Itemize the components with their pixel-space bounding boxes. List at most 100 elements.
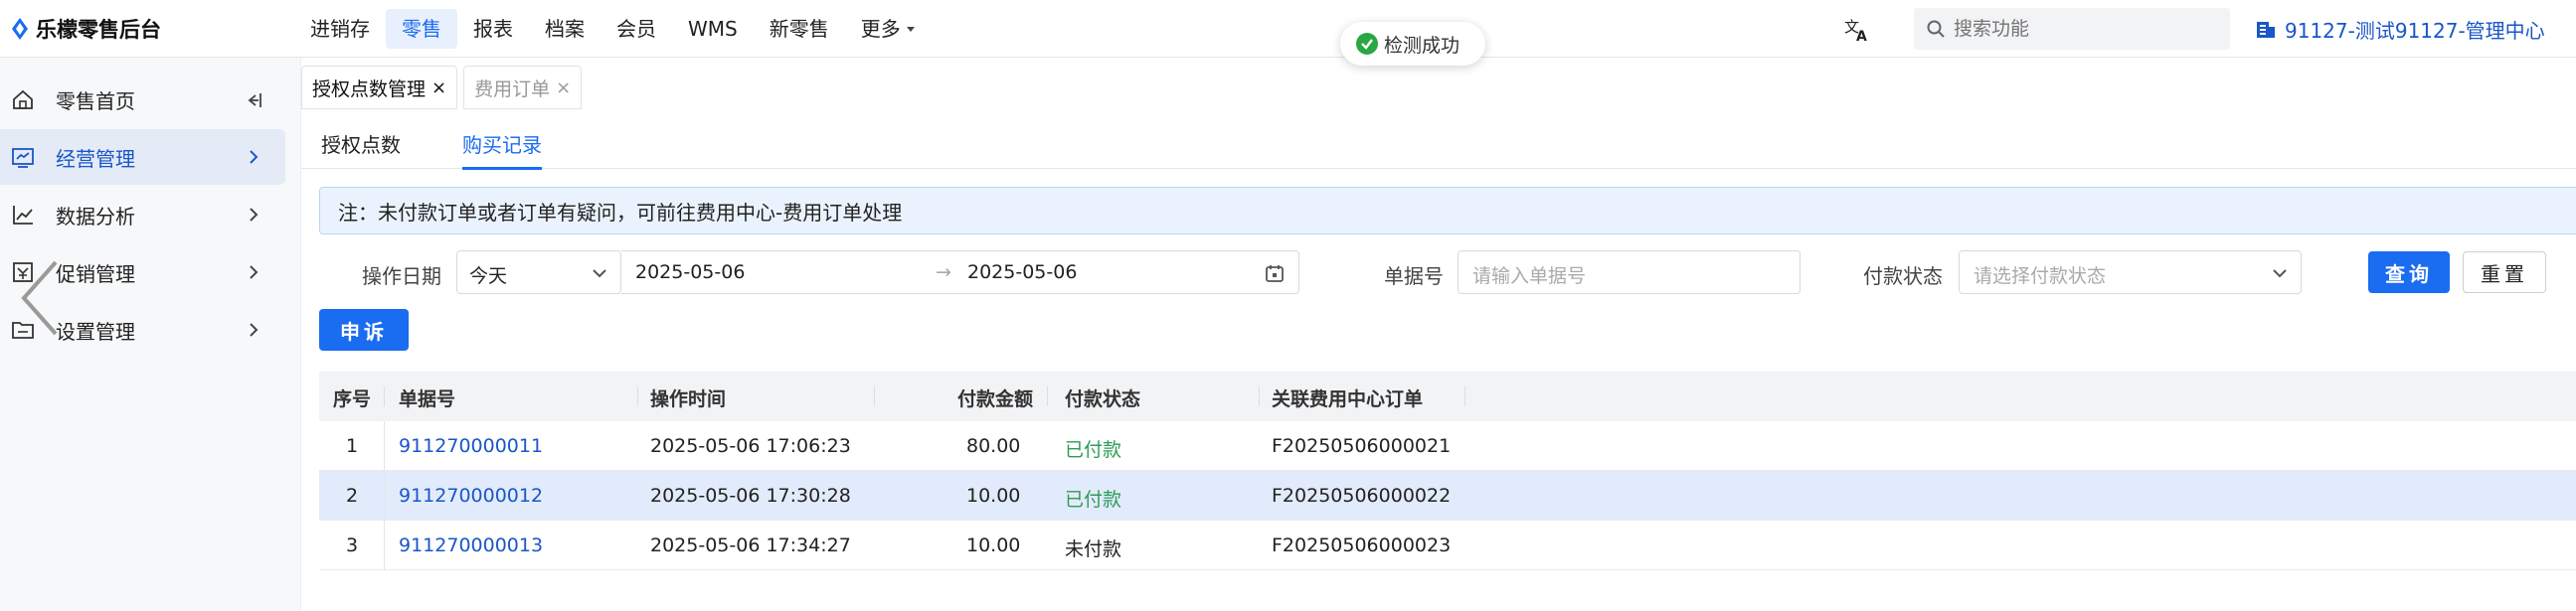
- pay-status-placeholder: 请选择付款状态: [1974, 265, 2107, 287]
- col-header-order: 关联费用中心订单: [1272, 388, 1424, 410]
- doc-no-placeholder: 请输入单据号: [1472, 265, 1587, 287]
- org-switcher[interactable]: 91127-测试91127-管理中心: [2255, 0, 2545, 58]
- home-icon: [13, 89, 33, 109]
- top-nav: 乐檬零售后台 进销存 零售 报表 档案 会员 WMS 新零售 更多 文 A 91…: [0, 0, 2576, 58]
- nav-item-wms[interactable]: WMS: [672, 9, 754, 49]
- pay-status-label: 付款状态: [1863, 264, 1943, 288]
- date-preset-select[interactable]: 今天: [456, 250, 621, 294]
- logo[interactable]: 乐檬零售后台: [10, 0, 161, 58]
- building-icon: [2257, 22, 2275, 38]
- date-range-picker[interactable]: 2025-05-06 → 2025-05-06: [621, 250, 1299, 294]
- check-circle-icon: [1356, 33, 1378, 55]
- sidebar-item-label: 数据分析: [56, 204, 135, 229]
- line-chart-icon: [13, 206, 33, 225]
- date-preset-value: 今天: [469, 265, 508, 287]
- cell-status: 已付款: [1065, 439, 1122, 461]
- chevron-down-icon: [2273, 269, 2287, 278]
- collapse-sidebar-icon[interactable]: [242, 89, 263, 111]
- table-header: 序号 单据号 操作时间 付款金额 付款状态 关联费用中心订单: [319, 372, 2576, 421]
- sidebar-item-operation[interactable]: 经营管理: [0, 129, 285, 185]
- toast-text: 检测成功: [1384, 34, 1460, 57]
- col-divider: [637, 386, 638, 406]
- chevron-left-icon[interactable]: [18, 256, 62, 340]
- chevron-right-icon: [250, 265, 258, 279]
- close-icon[interactable]: ×: [431, 77, 446, 98]
- table-row[interactable]: 2 911270000012 2025-05-06 17:30:28 10.00…: [319, 471, 2576, 521]
- col-divider: [874, 386, 875, 406]
- date-range-arrow: →: [936, 261, 951, 283]
- cell-amount: 10.00: [966, 535, 1021, 556]
- sidebar-item-label: 经营管理: [56, 146, 135, 171]
- date-end-value[interactable]: 2025-05-06: [967, 261, 1077, 283]
- caret-down-icon: [906, 27, 915, 32]
- row-divider: [384, 421, 385, 471]
- subtab-purchase-records[interactable]: 购买记录: [462, 129, 542, 170]
- cell-order: F20250506000021: [1272, 435, 1452, 457]
- col-divider: [1464, 386, 1465, 406]
- purchase-records-table: 序号 单据号 操作时间 付款金额 付款状态 关联费用中心订单 1 9112700…: [319, 372, 2576, 570]
- monitor-chart-icon: [12, 148, 34, 168]
- col-divider: [384, 386, 385, 406]
- search-input[interactable]: [1954, 18, 2212, 40]
- nav-item-jxc[interactable]: 进销存: [294, 9, 386, 49]
- doc-no-field[interactable]: 请输入单据号: [1458, 250, 1801, 294]
- nav-item-archives[interactable]: 档案: [529, 9, 601, 49]
- cell-doc-link[interactable]: 911270000011: [399, 435, 543, 457]
- sub-tabs: 授权点数 购买记录: [301, 111, 2576, 170]
- close-icon[interactable]: ×: [556, 77, 571, 98]
- date-start-value[interactable]: 2025-05-06: [635, 261, 745, 283]
- row-divider: [384, 471, 385, 521]
- col-header-status: 付款状态: [1065, 388, 1141, 410]
- query-button[interactable]: 查询: [2368, 251, 2450, 293]
- col-header-time: 操作时间: [650, 388, 727, 410]
- logo-icon: [12, 18, 28, 40]
- table-row[interactable]: 3 911270000013 2025-05-06 17:34:27 10.00…: [319, 521, 2576, 570]
- col-header-amount: 付款金额: [957, 388, 1034, 410]
- col-header-doc: 单据号: [399, 388, 456, 410]
- app-title: 乐檬零售后台: [36, 18, 161, 42]
- main-menu: 进销存 零售 报表 档案 会员 WMS 新零售 更多: [294, 0, 933, 58]
- chevron-right-icon: [250, 150, 258, 164]
- nav-item-more[interactable]: 更多: [845, 9, 933, 49]
- app-root: 乐檬零售后台 进销存 零售 报表 档案 会员 WMS 新零售 更多 文 A 91…: [0, 0, 2576, 611]
- pay-status-select[interactable]: 请选择付款状态: [1959, 250, 2302, 294]
- search-box[interactable]: [1914, 8, 2230, 50]
- table-row[interactable]: 1 911270000011 2025-05-06 17:06:23 80.00…: [319, 421, 2576, 471]
- subtab-auth-points[interactable]: 授权点数: [321, 129, 401, 158]
- nav-item-new-retail[interactable]: 新零售: [754, 9, 845, 49]
- svg-text:A: A: [1856, 29, 1867, 44]
- translate-icon[interactable]: 文 A: [1842, 14, 1872, 44]
- search-icon: [1927, 20, 1945, 38]
- cell-no: 2: [346, 485, 359, 507]
- tab-label: 费用订单: [474, 77, 551, 100]
- cell-status: 已付款: [1065, 489, 1122, 511]
- reset-button[interactable]: 重置: [2463, 251, 2546, 293]
- appeal-button[interactable]: 申诉: [319, 309, 409, 351]
- cell-status: 未付款: [1065, 538, 1122, 560]
- chevron-down-icon: [593, 269, 606, 278]
- cell-doc-link[interactable]: 911270000012: [399, 485, 543, 507]
- tab-auth-points[interactable]: 授权点数管理 ×: [301, 66, 458, 109]
- cell-time: 2025-05-06 17:06:23: [650, 435, 851, 457]
- notice-text: 注：未付款订单或者订单有疑问，可前往费用中心-费用订单处理: [338, 200, 903, 225]
- nav-item-reports[interactable]: 报表: [457, 9, 529, 49]
- nav-item-retail[interactable]: 零售: [386, 9, 457, 49]
- sidebar-item-analysis[interactable]: 数据分析: [0, 187, 285, 242]
- sidebar-item-label: 促销管理: [56, 261, 135, 286]
- cell-amount: 10.00: [966, 485, 1021, 507]
- filter-bar: 操作日期 今天 2025-05-06 → 2025-05-06 单据号 请输入单…: [319, 250, 2576, 296]
- sidebar-item-label: 设置管理: [56, 319, 135, 344]
- success-toast: 检测成功: [1340, 22, 1485, 66]
- cell-time: 2025-05-06 17:34:27: [650, 535, 851, 556]
- cell-amount: 80.00: [966, 435, 1021, 457]
- nav-item-members[interactable]: 会员: [601, 9, 672, 49]
- calendar-icon: [1266, 265, 1284, 282]
- cell-no: 1: [346, 435, 359, 457]
- col-header-no: 序号: [333, 388, 372, 410]
- tab-label: 授权点数管理: [312, 77, 427, 100]
- sidebar-item-home[interactable]: 零售首页: [0, 72, 285, 127]
- tab-fee-orders[interactable]: 费用订单 ×: [463, 66, 583, 109]
- row-divider: [384, 521, 385, 570]
- cell-no: 3: [346, 535, 359, 556]
- cell-doc-link[interactable]: 911270000013: [399, 535, 543, 556]
